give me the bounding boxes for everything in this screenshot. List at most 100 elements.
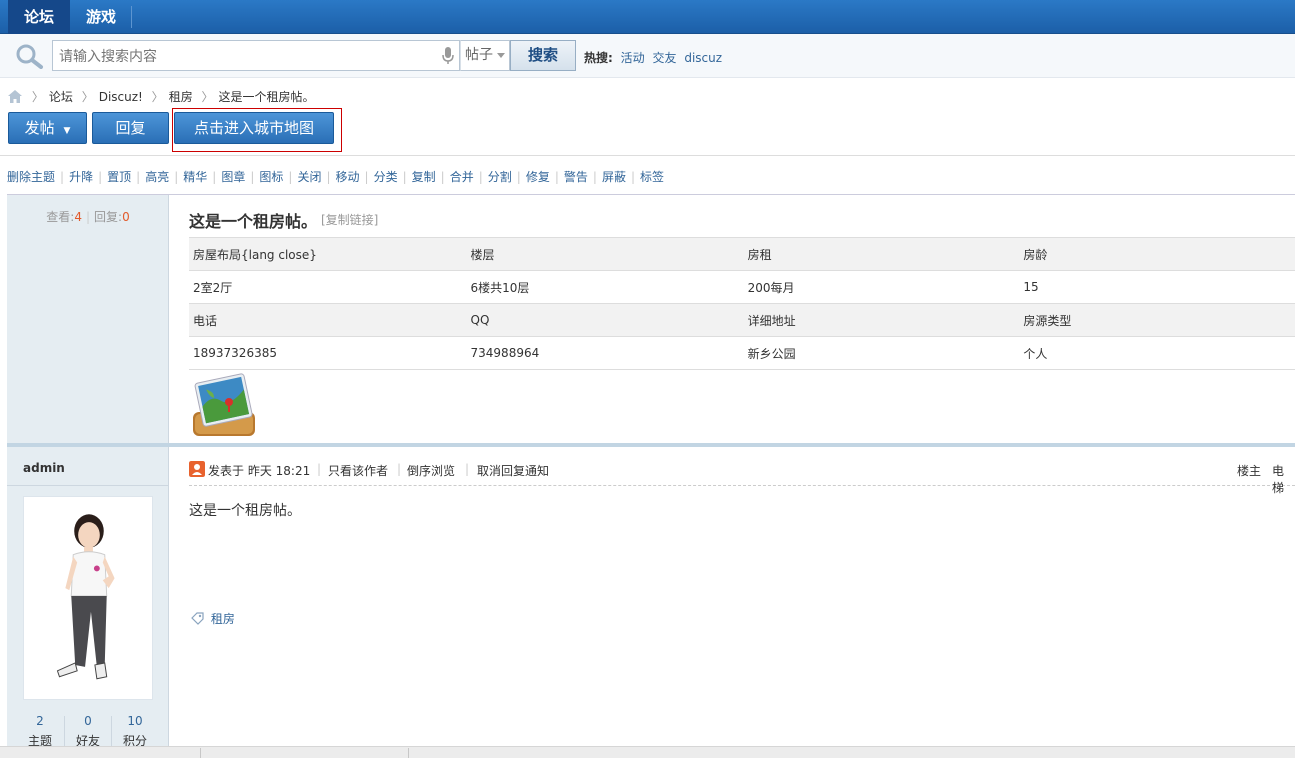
only-author-link[interactable]: 只看该作者 [328, 462, 388, 479]
mod-highlight[interactable]: 高亮 [145, 170, 169, 184]
new-post-label: 发帖 [24, 119, 55, 137]
table-row: 2室2厅 6楼共10层 200每月 15 [189, 270, 1295, 304]
search-type-select[interactable]: 帖子 [460, 40, 510, 71]
cancel-notify-link[interactable]: 取消回复通知 [477, 462, 549, 479]
table-cell: 2室2厅 [189, 270, 467, 304]
replies-count: 0 [122, 210, 130, 224]
mod-classify[interactable]: 分类 [374, 170, 398, 184]
table-cell: 房龄 [1019, 237, 1295, 271]
divider [7, 194, 1295, 195]
tab-forum[interactable]: 论坛 [8, 0, 71, 34]
mod-delete-thread[interactable]: 删除主题 [7, 170, 55, 184]
tab-games[interactable]: 游戏 [70, 0, 132, 34]
table-cell: 200每月 [743, 270, 1020, 304]
table-cell: 楼层 [466, 237, 744, 271]
table-cell: 18937326385 [189, 336, 467, 370]
divider [0, 155, 1295, 156]
hot-search-label: 热搜: [584, 51, 613, 65]
hot-link-dating[interactable]: 交友 [652, 51, 676, 65]
new-post-button[interactable]: 发帖 ▼ [8, 112, 87, 144]
stat-value: 2 [36, 714, 44, 728]
elevator-link[interactable]: 电梯 [1272, 462, 1295, 496]
table-cell: 6楼共10层 [466, 270, 744, 304]
tag-label: 租房 [210, 612, 235, 626]
breadcrumb-forum[interactable]: 论坛 [49, 90, 73, 104]
breadcrumb-arrow: 〉 [151, 90, 164, 104]
mod-stamp[interactable]: 图章 [221, 170, 245, 184]
mod-split[interactable]: 分割 [488, 170, 512, 184]
table-cell: 房屋布局{lang close} [189, 237, 467, 271]
mod-sticky[interactable]: 置顶 [107, 170, 131, 184]
mod-bump[interactable]: 升降 [69, 170, 93, 184]
post-tag[interactable]: 租房 [191, 610, 235, 627]
breadcrumb-arrow: 〉 [31, 90, 44, 104]
scrollbar-segment [0, 748, 201, 758]
mod-repair[interactable]: 修复 [526, 170, 550, 184]
post-separator [7, 443, 1295, 447]
stat-value: 0 [84, 714, 92, 728]
post-body: 这是一个租房帖。 [189, 503, 301, 519]
hot-link-discuz[interactable]: discuz [684, 51, 722, 65]
mod-copy[interactable]: 复制 [412, 170, 436, 184]
city-map-button[interactable]: 点击进入城市地图 [174, 112, 334, 144]
mod-icon[interactable]: 图标 [259, 170, 283, 184]
top-nav: 论坛 游戏 [0, 0, 1295, 34]
breadcrumb-thread[interactable]: 这是一个租房帖。 [219, 90, 315, 104]
table-cell: 详细地址 [743, 303, 1020, 337]
post-meta-bar: 发表于 昨天 18:21 | 只看该作者 | 倒序浏览 | 取消回复通知 楼主 … [189, 460, 1295, 495]
mod-close[interactable]: 关闭 [297, 170, 321, 184]
breadcrumb-rent[interactable]: 租房 [169, 90, 193, 104]
breadcrumb-arrow: 〉 [201, 90, 214, 104]
map-app-icon[interactable] [191, 372, 257, 438]
post-author[interactable]: admin [23, 461, 65, 475]
copy-link-button[interactable]: [复制链接] [321, 211, 378, 228]
reply-button[interactable]: 回复 [92, 112, 169, 144]
microphone-icon[interactable] [441, 47, 455, 65]
chevron-down-icon [497, 53, 505, 58]
mod-tag[interactable]: 标签 [640, 170, 664, 184]
views-label: 查看: [46, 210, 75, 224]
table-cell: QQ [466, 303, 744, 337]
divider [7, 485, 169, 486]
stat-friends[interactable]: 0 好友 [65, 714, 111, 749]
home-icon[interactable] [8, 90, 22, 103]
views-count: 4 [74, 210, 82, 224]
replies-label: 回复: [94, 210, 123, 224]
hot-link-activity[interactable]: 活动 [621, 51, 645, 65]
breadcrumb-discuz[interactable]: Discuz! [99, 90, 143, 104]
search-type-label: 帖子 [465, 47, 493, 63]
mod-digest[interactable]: 精华 [183, 170, 207, 184]
table-cell: 15 [1019, 270, 1295, 304]
table-cell: 房租 [743, 237, 1020, 271]
table-cell: 734988964 [466, 336, 744, 370]
mod-ban[interactable]: 屏蔽 [602, 170, 626, 184]
search-bar: 帖子 搜索 热搜: 活动 交友 discuz [0, 34, 1295, 78]
scrollbar-segment [203, 748, 409, 758]
mod-warn[interactable]: 警告 [564, 170, 588, 184]
breadcrumb: 〉论坛 〉 Discuz! 〉租房 〉这是一个租房帖。 [8, 88, 320, 104]
mod-merge[interactable]: 合并 [450, 170, 474, 184]
avatar[interactable] [23, 496, 153, 700]
search-input[interactable] [52, 40, 460, 71]
thread-title: 这是一个租房帖。 [189, 212, 318, 231]
table-cell: 房源类型 [1019, 303, 1295, 337]
table-cell: 个人 [1019, 336, 1295, 370]
hot-search: 热搜: 活动 交友 discuz [584, 49, 722, 66]
user-icon [189, 461, 205, 477]
caret-down-icon: ▼ [63, 126, 71, 136]
tag-icon [191, 612, 204, 625]
mod-move[interactable]: 移动 [336, 170, 360, 184]
moderator-toolbar: 删除主题 | 升降 | 置顶 | 高亮 | 精华 | 图章 | 图标 | 关闭 | 移动 | 分类 | 复制 | 合并 | 分割… [7, 170, 665, 184]
horizontal-scrollbar[interactable] [0, 746, 1295, 758]
stat-credits[interactable]: 10 积分 [112, 714, 158, 749]
floor-label: 楼主 [1237, 464, 1262, 478]
post-time: 发表于 昨天 18:21 [208, 464, 311, 478]
search-button[interactable]: 搜索 [510, 40, 576, 71]
table-cell: 新乡公园 [743, 336, 1020, 370]
table-row: 房屋布局{lang close} 楼层 房租 房龄 [189, 237, 1295, 271]
search-icon [16, 44, 43, 69]
stat-threads[interactable]: 2 主题 [17, 714, 63, 749]
reverse-order-link[interactable]: 倒序浏览 [407, 462, 455, 479]
table-row: 电话 QQ 详细地址 房源类型 [189, 303, 1295, 337]
table-row: 18937326385 734988964 新乡公园 个人 [189, 336, 1295, 370]
